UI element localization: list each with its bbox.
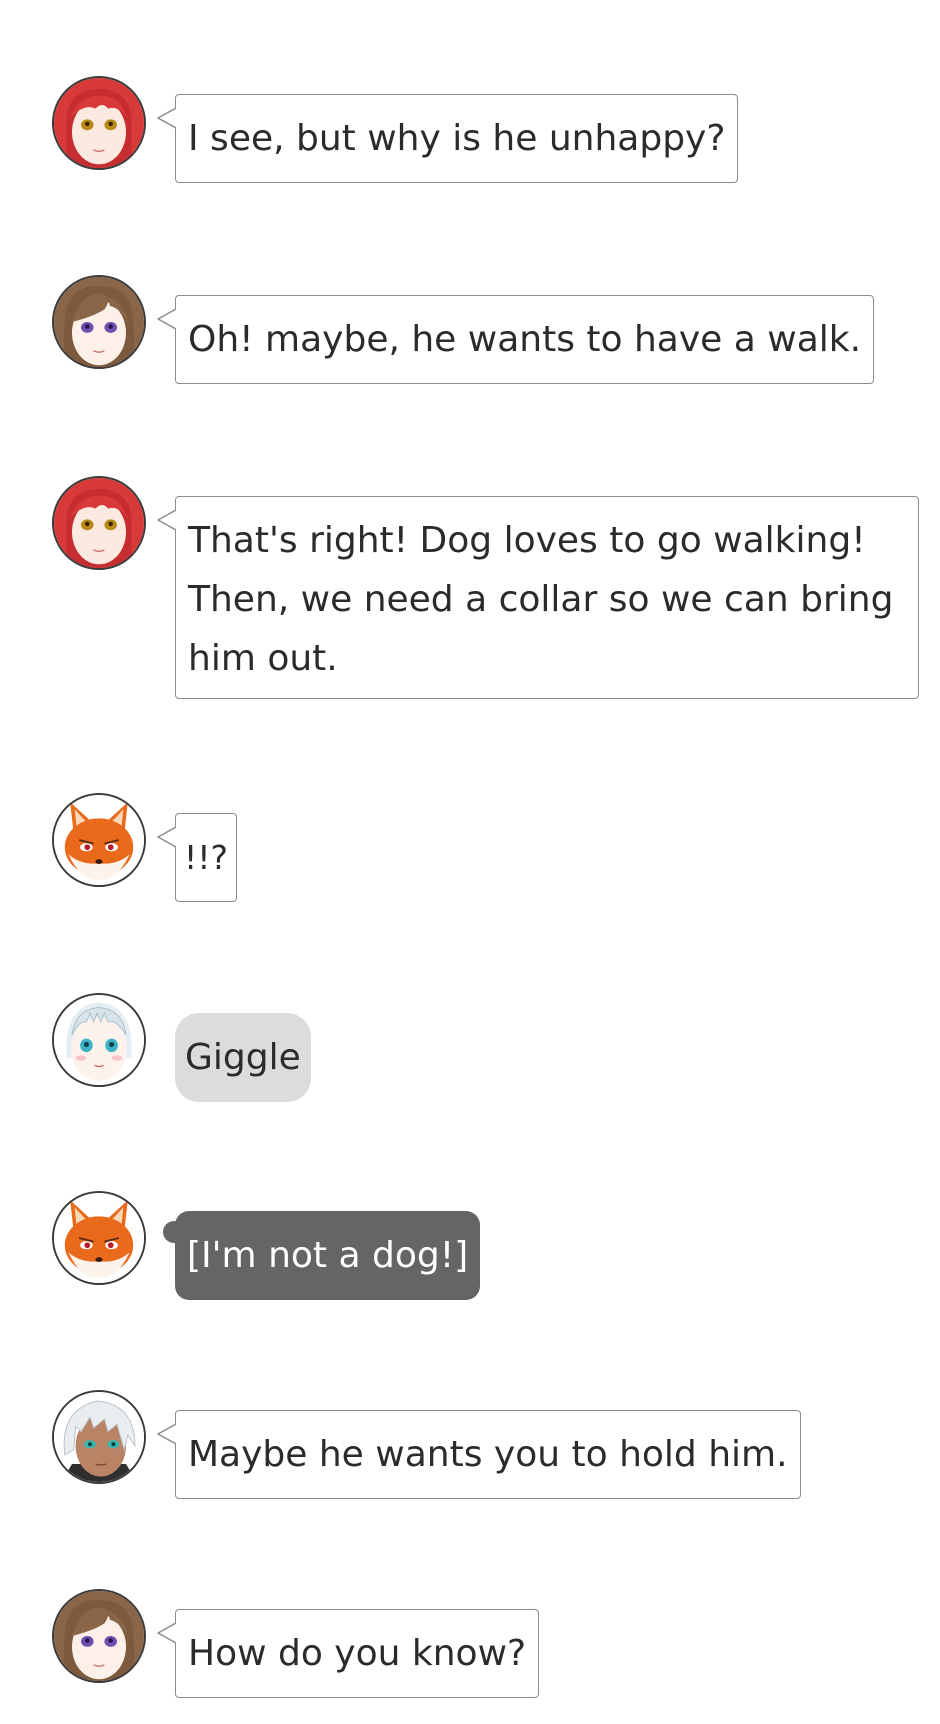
- white-hair-boy-avatar[interactable]: [52, 1390, 146, 1484]
- speech-bubble: Oh! maybe, he wants to have a walk.: [157, 295, 875, 384]
- fox-avatar[interactable]: [52, 793, 146, 887]
- message-text: Oh! maybe, he wants to have a walk.: [188, 319, 862, 360]
- red-hair-girl-avatar[interactable]: [52, 76, 146, 170]
- silver-hair-girl-avatar[interactable]: [52, 993, 146, 1087]
- message-text: That's right! Dog loves to go walking! T…: [188, 520, 894, 679]
- message-text: Maybe he wants you to hold him.: [188, 1434, 788, 1475]
- message-text: [I'm not a dog!]: [187, 1235, 469, 1276]
- bubble-tail-dot: [163, 1221, 185, 1243]
- speech-bubble: !!?: [157, 813, 237, 902]
- translation-bubble: [I'm not a dog!]: [163, 1211, 481, 1300]
- fox-avatar[interactable]: [52, 1191, 146, 1285]
- brown-hair-girl-avatar[interactable]: [52, 1589, 146, 1683]
- message-text: I see, but why is he unhappy?: [188, 118, 726, 159]
- speech-bubble: Maybe he wants you to hold him.: [157, 1410, 801, 1499]
- brown-hair-girl-avatar[interactable]: [52, 275, 146, 369]
- speech-bubble: I see, but why is he unhappy?: [157, 94, 739, 183]
- message-text: !!?: [184, 838, 228, 877]
- message-text: Giggle: [185, 1037, 301, 1078]
- speech-bubble: How do you know?: [157, 1609, 540, 1698]
- thought-bubble: Giggle: [175, 1013, 311, 1102]
- speech-bubble: That's right! Dog loves to go walking! T…: [157, 496, 919, 699]
- message-text: How do you know?: [188, 1633, 527, 1674]
- red-hair-girl-avatar[interactable]: [52, 476, 146, 570]
